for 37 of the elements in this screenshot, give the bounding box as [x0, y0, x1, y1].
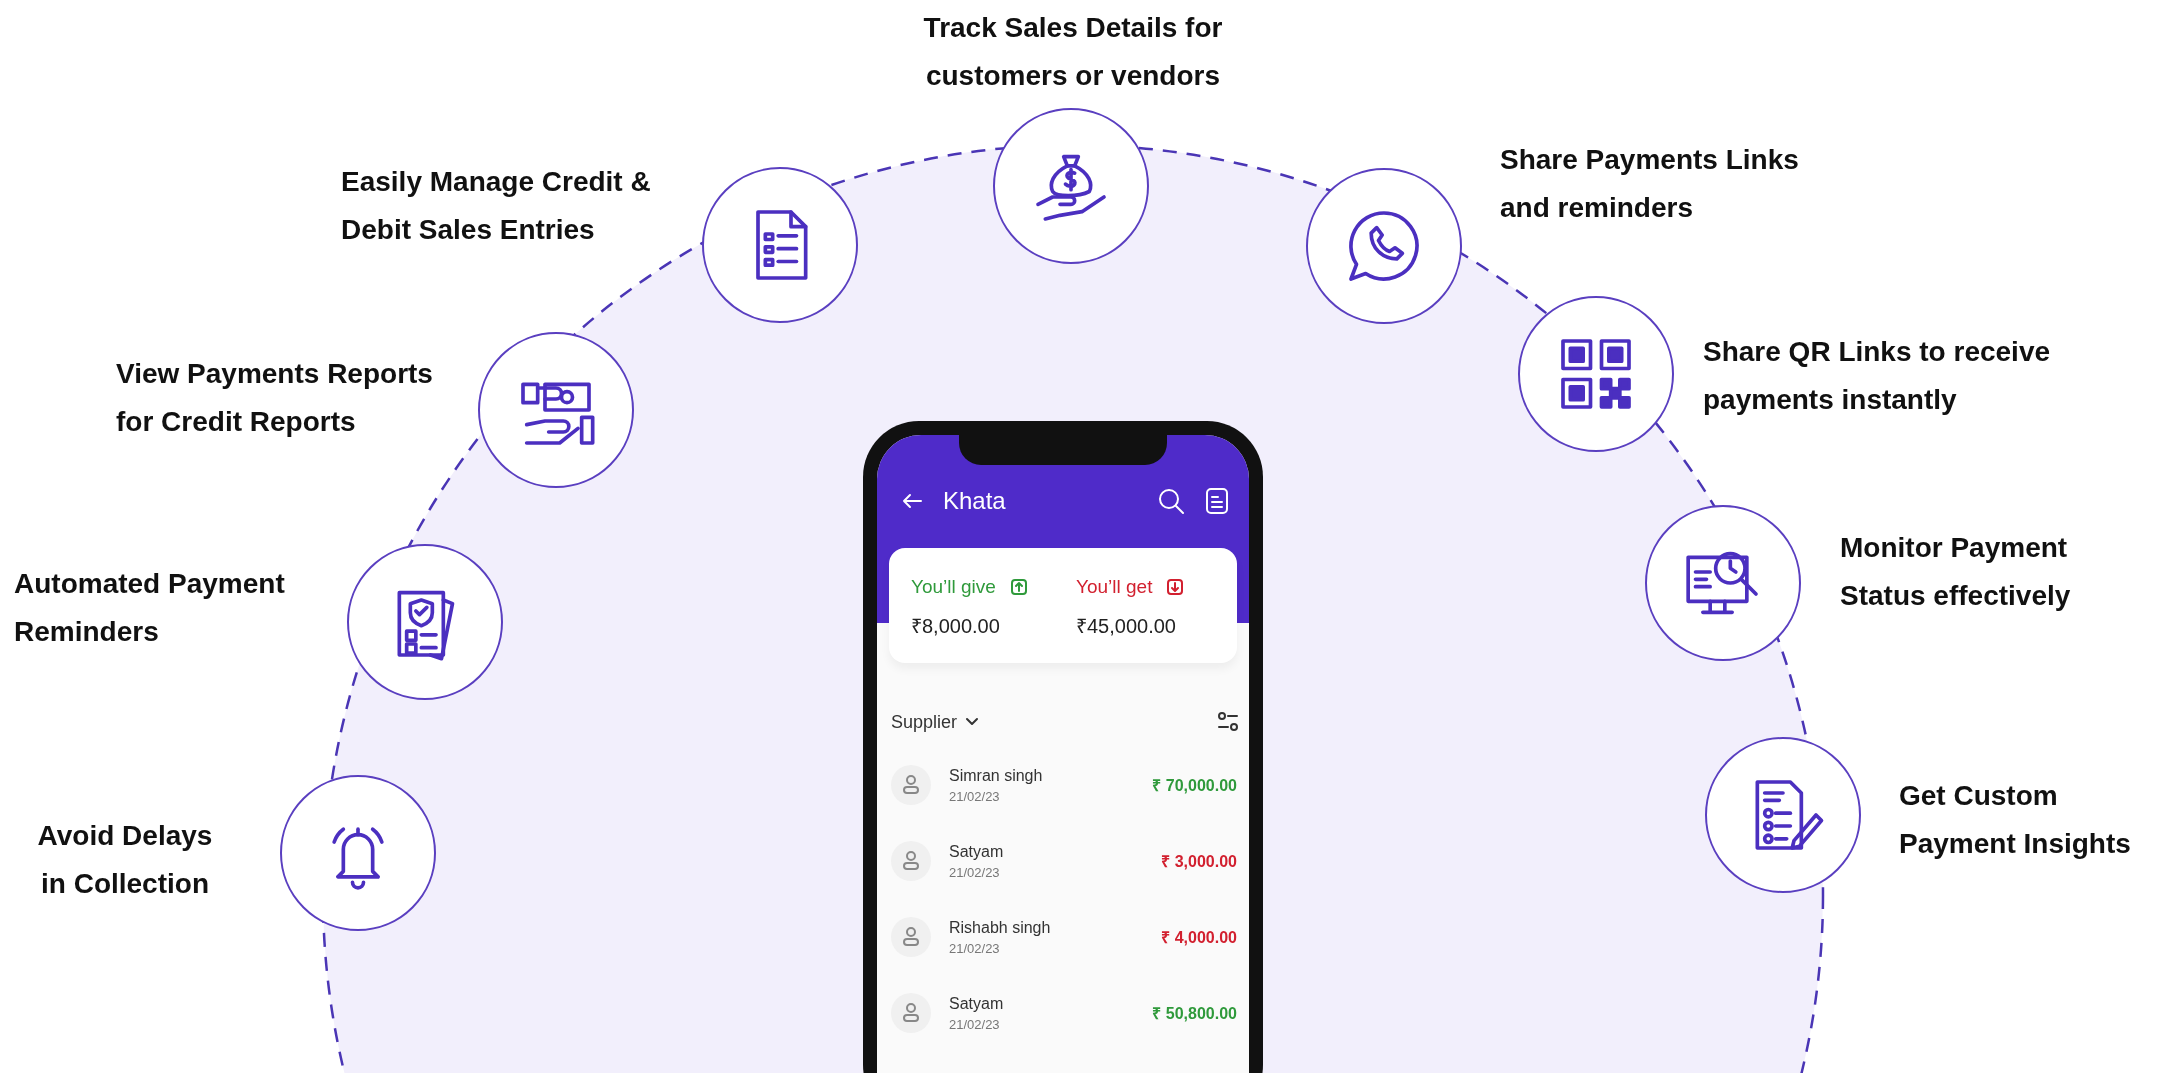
- search-icon[interactable]: [1157, 487, 1185, 515]
- entry-date: 21/02/23: [949, 940, 1001, 956]
- feature-label: Share QR Links to receive payments instantly: [1703, 335, 2052, 417]
- down-arrow-box-icon[interactable]: [1166, 578, 1185, 596]
- feature-label: Share Payments Links and reminders: [1500, 143, 1800, 225]
- contact-name: Rishabh singh: [949, 918, 1052, 937]
- balance-label: You’ll get: [1076, 576, 1153, 598]
- contact-name: Satyam: [949, 994, 1005, 1013]
- filter-icon[interactable]: [1217, 711, 1239, 733]
- person-icon: [902, 926, 920, 948]
- entry-amount: ₹ 70,000.00: [1152, 776, 1237, 796]
- person-icon: [902, 1002, 920, 1024]
- balance-label: You’ll give: [911, 576, 996, 598]
- entry-date: 21/02/23: [949, 864, 1001, 880]
- feature-label: Avoid Delays in Collection: [36, 819, 214, 901]
- app-title: Khata: [943, 487, 1007, 515]
- contact-name: Satyam: [949, 842, 1005, 861]
- entry-amount: ₹ 4,000.00: [1161, 928, 1237, 948]
- feature-label: Automated Payment Reminders: [14, 567, 286, 649]
- feature-label: Monitor Payment Status effectively: [1840, 531, 2072, 613]
- entry-amount: ₹ 50,800.00: [1152, 1004, 1237, 1024]
- feature-label: Easily Manage Credit & Debit Sales Entries: [341, 165, 652, 247]
- entry-amount: ₹ 3,000.00: [1161, 852, 1237, 872]
- balance-amount: ₹8,000.00: [911, 614, 1001, 639]
- feature-label: Track Sales Details for customers or vendors: [922, 11, 1224, 93]
- person-icon: [902, 774, 920, 796]
- feature-label: Get Custom Payment Insights: [1899, 779, 2132, 861]
- entry-date: 21/02/23: [949, 788, 1001, 804]
- supplier-dropdown[interactable]: Supplier: [891, 711, 980, 733]
- up-arrow-box-icon[interactable]: [1009, 578, 1028, 596]
- person-icon: [902, 850, 920, 872]
- contact-name: Simran singh: [949, 766, 1044, 785]
- chevron-down-icon: [965, 717, 980, 727]
- balance-amount: ₹45,000.00: [1076, 614, 1177, 639]
- feature-label: View Payments Reports for Credit Reports: [116, 357, 434, 439]
- entry-date: 21/02/23: [949, 1016, 1001, 1032]
- report-icon[interactable]: [1205, 487, 1229, 515]
